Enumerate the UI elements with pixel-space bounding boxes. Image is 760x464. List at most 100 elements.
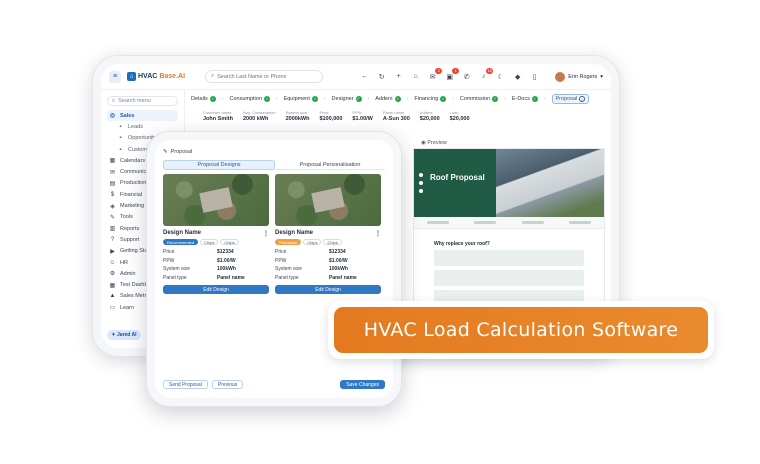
summary-field[interactable]: Avg. Consumption 2000 kWh [243,110,276,128]
back-arrow-icon[interactable]: ← [360,73,369,80]
tab-proposal-personalisation[interactable]: Proposal Personalisation [275,160,385,170]
step-separator-icon: › [221,96,224,102]
clipboard-icon[interactable]: ▯ [530,73,539,81]
step-label: Equipment [283,96,310,102]
sidebar-search-input[interactable]: ⌕ Search menu [107,96,178,106]
step-details[interactable]: Details ✓ [191,96,216,102]
summary-field-value: $100,000 [319,116,343,122]
search-input[interactable]: ⌕ Search Last Name or Phone [205,70,324,83]
step-proposal[interactable]: Proposal ✓ [551,94,590,104]
mail-badge: 2 [435,67,443,74]
summary-field[interactable]: System size 2000kWh [286,110,310,128]
apps-icon[interactable]: ◆ [513,73,522,81]
chip[interactable]: Chips [323,239,342,245]
logo-mark-icon: ⌂ [127,72,136,81]
preview-label: ◉ Preview [421,140,447,146]
step-separator-icon: › [504,96,506,102]
sidebar-item-icon: ▪ [119,123,122,130]
home-icon[interactable]: ⌂ [411,73,420,80]
preview-block [434,270,584,286]
step-adders[interactable]: Adders ✓ [375,96,401,102]
detail-value: Panel name [217,274,245,281]
preview-dots [419,173,423,193]
sidebar-item-icon: ☺ [109,259,116,266]
edit-design-button[interactable]: Edit Design [163,285,269,294]
detail-key: Panel type [275,274,299,281]
more-options-icon[interactable]: ⋮ [263,230,269,237]
step-commission[interactable]: Commission ✓ [460,96,499,102]
sidebar-item-label: Support [120,236,140,243]
logo[interactable]: ⌂ HVAC Base.AI [127,72,185,81]
design-name: Design Name [275,230,314,236]
save-changes-button[interactable]: Save Changes [340,380,385,389]
send-proposal-button[interactable]: Send Proposal [163,380,208,389]
proposal-footer: Send Proposal Previous Save Changes [163,380,385,390]
search-icon: ⌕ [112,97,116,104]
step-financing[interactable]: Financing ✓ [414,96,447,102]
chip[interactable]: Recommended [163,239,199,245]
sidebar-item-label: Admin [120,270,136,277]
detail-row: System size 100kWh [163,265,269,274]
summary-field-label: Adders [419,110,433,115]
banner-frame: HVAC Load Calculation Software [328,301,714,359]
detail-value: $1.00/W [329,257,348,264]
summary-field-label: Avg. Consumption [242,110,276,115]
jared-ai-button[interactable]: ✦ Jared AI [107,330,141,340]
chat-icon[interactable]: ▣ 1 [445,67,460,81]
banner-title: HVAC Load Calculation Software [334,307,708,353]
menu-icon[interactable]: ≡ [109,70,121,83]
sidebar-item-sales[interactable]: ◎ Sales [107,110,178,122]
summary-field[interactable]: Price $100,000 [319,110,342,128]
summary-field[interactable]: Panel name A-Sun 300 [383,110,410,128]
sidebar-item-icon: ▭ [109,305,116,312]
step-separator-icon: › [275,96,278,102]
summary-field[interactable]: PPW $1.00/W [352,110,372,128]
summary-field-label: Customer name [203,110,232,115]
step-e-docs[interactable]: E-Docs ✓ [512,96,538,102]
step-consumption[interactable]: Consumption ✓ [229,96,270,102]
sidebar-item-label: Production [120,180,147,187]
sidebar-item-label: Calendars [120,157,146,164]
moon-icon[interactable]: ☾ [496,73,505,81]
design-card[interactable]: Design Name ⋮ Recommended Chips Chips Price $1… [163,174,269,300]
mail-icon[interactable]: ✉ 2 [428,67,443,81]
step-separator-icon: › [543,96,546,102]
chip[interactable]: Chips [200,239,219,245]
check-icon: ✓ [492,96,499,102]
sidebar-item-icon: ? [110,236,115,243]
refresh-icon[interactable]: ↻ [377,73,386,81]
check-icon: ✓ [263,96,270,102]
step-designer[interactable]: Designer ✓ [332,96,362,102]
summary-field-value: John Smith [203,116,233,122]
detail-key: System size [275,266,302,273]
chip[interactable]: Chips [220,239,239,245]
edit-design-button[interactable]: Edit Design [275,285,381,294]
design-card[interactable]: Design Name ⋮ Promotion Chips Chips Price $123… [275,174,381,300]
phone-icon[interactable]: ✆ [462,73,471,81]
chip[interactable]: Chips [303,239,322,245]
bell-icon[interactable]: ♪ 10 [479,68,494,80]
check-icon: ✓ [531,96,538,102]
summary-field[interactable]: Loan $20,000 [450,110,470,128]
user-menu[interactable]: Erin Rogers ▾ [555,71,603,82]
detail-key: PPW [275,257,287,264]
search-icon: ⌕ [211,73,215,79]
chip[interactable]: Promotion [275,239,302,245]
chevron-down-icon: ▾ [600,73,603,80]
add-icon[interactable]: + [394,73,403,80]
more-options-icon[interactable]: ⋮ [375,230,381,237]
chips-row: Promotion Chips Chips [275,239,381,245]
summary-field-value: 2000kWh [285,116,310,122]
sidebar-item-icon: ▥ [109,226,116,233]
detail-key: Panel type [163,274,187,281]
preview-label-text: Preview [427,140,447,146]
sidebar-item-label: Sales [120,112,135,119]
tab-proposal-designs[interactable]: Proposal Designs [163,160,275,170]
step-equipment[interactable]: Equipment ✓ [284,96,318,102]
detail-row: Panel type Panel name [275,274,381,283]
summary-field[interactable]: Adders $20,000 [420,110,440,128]
step-separator-icon: › [406,96,409,102]
sidebar-item-icon: ▪ [119,146,122,153]
previous-button[interactable]: Previous [211,380,244,389]
summary-field[interactable]: Customer name John Smith [203,110,233,128]
